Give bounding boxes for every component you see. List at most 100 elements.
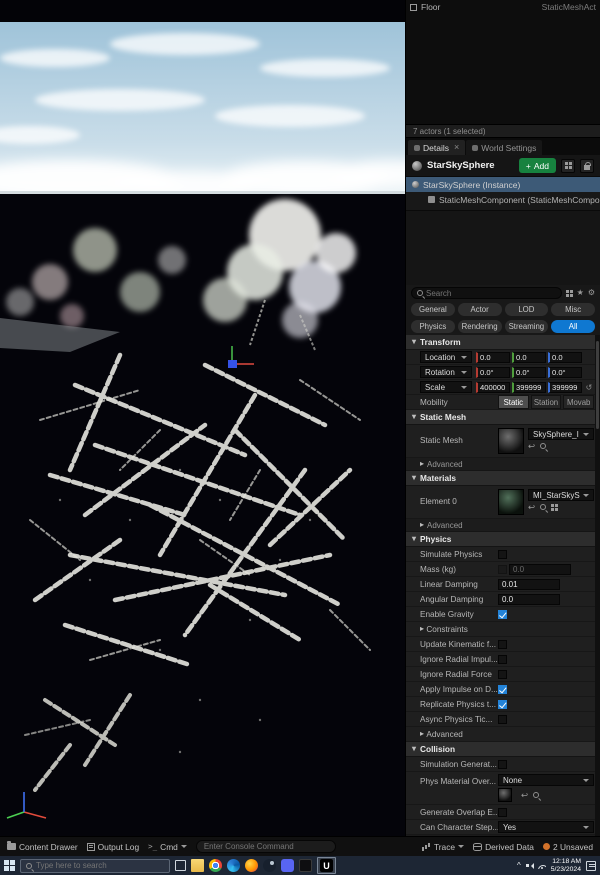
simulation-generates-checkbox[interactable] [498, 760, 507, 769]
revision-control-button[interactable]: 2 Unsaved [543, 842, 593, 852]
material-dropdown[interactable]: MI_StarSkyS [528, 489, 594, 501]
component-row-staticmesh[interactable]: StaticMeshComponent (StaticMeshComponent… [406, 192, 600, 207]
search-input[interactable] [426, 289, 556, 298]
materials-advanced[interactable]: ▸ Advanced [406, 519, 600, 532]
section-transform[interactable]: ▾ Transform [406, 335, 600, 350]
can-character-step-dropdown[interactable]: Yes [498, 821, 594, 833]
taskbar-clock[interactable]: 12:18 AM 5/23/2024 [551, 858, 581, 874]
section-materials[interactable]: ▾ Materials [406, 471, 600, 486]
add-component-button[interactable]: + Add [519, 158, 556, 173]
replicate-physics-checkbox[interactable] [498, 700, 507, 709]
tray-chevron-icon[interactable]: ^ [517, 862, 521, 870]
display-filter-icon[interactable] [566, 290, 573, 297]
close-icon[interactable]: × [454, 143, 459, 152]
details-scrollbar[interactable] [595, 335, 600, 836]
app-icon[interactable] [299, 859, 312, 872]
file-explorer-icon[interactable] [191, 859, 204, 872]
taskbar-search-box[interactable] [20, 859, 170, 873]
physics-advanced-row[interactable]: ▸ Advanced [406, 727, 600, 742]
ignore-radial-force-checkbox[interactable] [498, 670, 507, 679]
tab-world-settings[interactable]: World Settings [466, 140, 542, 155]
browse-to-asset-icon[interactable] [540, 443, 546, 449]
component-row-instance[interactable]: StarSkySphere (Instance) [406, 177, 600, 192]
filter-lod[interactable]: LOD [505, 303, 549, 316]
filter-all[interactable]: All [551, 320, 595, 333]
mass-override-checkbox[interactable] [498, 565, 507, 574]
section-physics[interactable]: ▾ Physics [406, 532, 600, 547]
apply-impulse-checkbox[interactable] [498, 685, 507, 694]
scale-z-input[interactable] [548, 382, 582, 393]
use-selected-asset-icon[interactable]: ↩ [528, 442, 535, 451]
ignore-radial-impulse-checkbox[interactable] [498, 655, 507, 664]
filter-general[interactable]: General [411, 303, 455, 316]
mass-input[interactable] [509, 564, 571, 575]
taskbar-search-input[interactable] [36, 861, 164, 870]
rotation-y-input[interactable] [512, 367, 546, 378]
trace-button[interactable]: Trace [422, 842, 464, 852]
phys-material-dropdown[interactable]: None [498, 774, 594, 786]
task-view-icon[interactable] [175, 860, 186, 871]
phys-material-thumbnail[interactable] [498, 788, 512, 802]
mobility-stationary-button[interactable]: Station [531, 395, 562, 409]
reset-to-default-icon[interactable]: ↺ [584, 383, 594, 392]
section-collision[interactable]: ▾ Collision [406, 742, 600, 757]
update-kinematic-checkbox[interactable] [498, 640, 507, 649]
tab-details[interactable]: Details × [408, 140, 465, 155]
material-thumbnail[interactable] [498, 489, 524, 515]
outliner-row-floor[interactable]: Floor StaticMeshAct [406, 0, 600, 14]
lock-details-button[interactable] [580, 159, 594, 173]
browse-to-asset-icon[interactable] [540, 504, 546, 510]
settings-gear-icon[interactable]: ⚙ [588, 289, 595, 297]
output-log-button[interactable]: Output Log [87, 842, 139, 852]
location-x-input[interactable] [476, 352, 510, 363]
static-mesh-thumbnail[interactable] [498, 428, 524, 454]
filter-misc[interactable]: Misc [551, 303, 595, 316]
firefox-icon[interactable] [245, 859, 258, 872]
use-selected-asset-icon[interactable]: ↩ [528, 503, 535, 512]
unreal-engine-icon[interactable]: U [320, 859, 333, 872]
scale-y-input[interactable] [512, 382, 546, 393]
start-button[interactable] [4, 860, 15, 871]
location-mode-dropdown[interactable]: Location [420, 351, 472, 363]
scale-mode-dropdown[interactable]: Scale [420, 381, 472, 393]
mobility-movable-button[interactable]: Movab [563, 395, 594, 409]
steam-icon[interactable] [263, 859, 276, 872]
details-search-box[interactable] [411, 287, 562, 299]
constraints-group-row[interactable]: ▸ Constraints [406, 622, 600, 637]
discord-icon[interactable] [281, 859, 294, 872]
rotation-z-input[interactable] [548, 367, 582, 378]
console-command-input[interactable] [196, 840, 336, 853]
browse-to-asset-icon[interactable] [533, 792, 539, 798]
derived-data-button[interactable]: Derived Data [473, 842, 534, 852]
section-static-mesh[interactable]: ▾ Static Mesh [406, 410, 600, 425]
angular-damping-input[interactable] [498, 594, 560, 605]
location-z-input[interactable] [548, 352, 582, 363]
viewport-3d[interactable] [0, 0, 405, 836]
async-physics-checkbox[interactable] [498, 715, 507, 724]
volume-icon[interactable] [526, 862, 533, 869]
linear-damping-input[interactable] [498, 579, 560, 590]
scrollbar-thumb[interactable] [596, 341, 599, 429]
filter-rendering[interactable]: Rendering [458, 320, 502, 333]
favorites-star-icon[interactable]: ★ [577, 289, 584, 297]
unreal-editor-taskbar-slot[interactable]: U [317, 857, 336, 874]
action-center-icon[interactable] [586, 861, 596, 871]
content-drawer-button[interactable]: Content Drawer [7, 842, 78, 852]
use-selected-asset-icon[interactable]: ↩ [521, 791, 528, 800]
rotation-mode-dropdown[interactable]: Rotation [420, 366, 472, 378]
rotation-x-input[interactable] [476, 367, 510, 378]
mobility-static-button[interactable]: Static [498, 395, 529, 409]
static-mesh-dropdown[interactable]: SkySphere_I [528, 428, 594, 440]
filter-streaming[interactable]: Streaming [505, 320, 549, 333]
chrome-icon[interactable] [209, 859, 222, 872]
generate-overlap-checkbox[interactable] [498, 808, 507, 817]
static-mesh-advanced[interactable]: ▸ Advanced [406, 458, 600, 471]
material-options-icon[interactable] [551, 504, 558, 511]
filter-physics[interactable]: Physics [411, 320, 455, 333]
edge-icon[interactable] [227, 859, 240, 872]
filter-actor[interactable]: Actor [458, 303, 502, 316]
location-y-input[interactable] [512, 352, 546, 363]
network-icon[interactable] [538, 863, 546, 869]
enable-gravity-checkbox[interactable] [498, 610, 507, 619]
cmd-dropdown[interactable]: >_ Cmd [148, 842, 187, 852]
